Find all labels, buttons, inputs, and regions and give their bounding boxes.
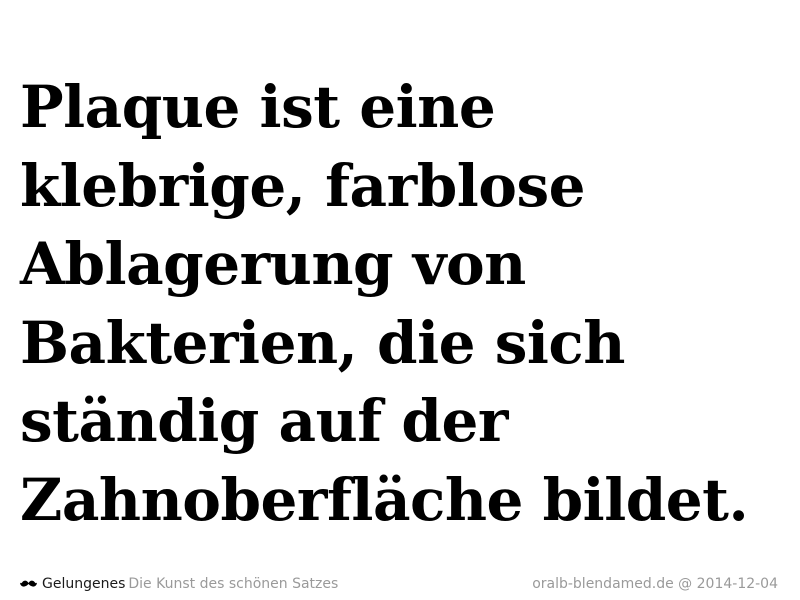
quote-line: Ablagerung von — [20, 230, 526, 298]
footer-brand: Gelungenes Die Kunst des schönen Satzes — [20, 574, 338, 594]
quote-text: Plaque ist eine klebrige, farblose Ablag… — [20, 68, 790, 539]
footer: Gelungenes Die Kunst des schönen Satzes … — [20, 574, 778, 594]
brand-name: Gelungenes — [42, 576, 126, 592]
tagline: Die Kunst des schönen Satzes — [128, 576, 339, 592]
quote-line: klebrige, farblose — [20, 151, 586, 220]
mustache-icon — [20, 580, 37, 587]
quote-line: Bakterien, die sich — [20, 308, 625, 377]
quote-line: Plaque ist eine — [20, 73, 496, 141]
quote-line: ständig auf der — [20, 387, 508, 455]
source-date: oralb-blendamed.de @ 2014-12-04 — [532, 576, 778, 592]
quote-line: Zahnoberfläche bildet. — [20, 465, 749, 534]
